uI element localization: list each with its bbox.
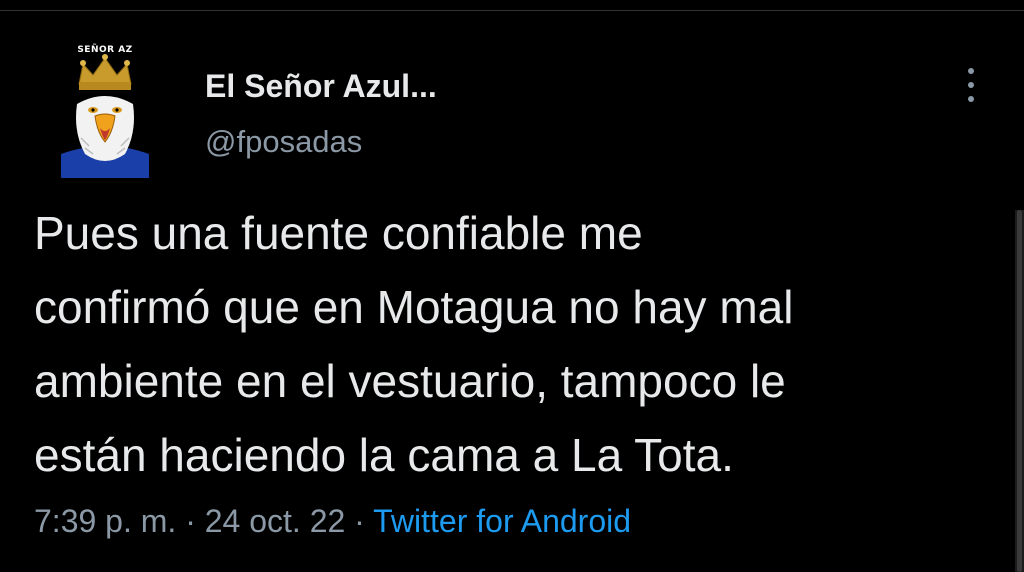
tweet-line: confirmó que en Motagua no hay mal xyxy=(34,281,794,333)
avatar[interactable]: SEÑOR AZ xyxy=(55,42,155,178)
avatar-caption: SEÑOR AZ xyxy=(77,45,133,55)
vertical-ellipsis-icon xyxy=(968,82,974,88)
tweet-text: Pues una fuente confiable me confirmó qu… xyxy=(34,196,1014,492)
tweet-time[interactable]: 7:39 p. m. xyxy=(34,503,176,539)
meta-separator: · xyxy=(345,503,374,539)
tweet-date[interactable]: 24 oct. 22 xyxy=(205,503,346,539)
display-name[interactable]: El Señor Azul... xyxy=(205,68,437,105)
vertical-ellipsis-icon xyxy=(968,96,974,102)
scrollbar[interactable] xyxy=(1015,210,1024,572)
meta-separator: · xyxy=(176,503,205,539)
vertical-ellipsis-icon xyxy=(968,68,974,74)
tweet-line: están haciendo la cama a La Tota. xyxy=(34,429,734,481)
tweet-source-link[interactable]: Twitter for Android xyxy=(373,503,631,539)
top-divider xyxy=(0,10,1024,11)
tweet-meta: 7:39 p. m. · 24 oct. 22 · Twitter for An… xyxy=(34,503,631,540)
tweet-line: ambiente en el vestuario, tampoco le xyxy=(34,355,786,407)
scrollbar-thumb[interactable] xyxy=(1017,210,1022,572)
more-options-button[interactable] xyxy=(956,66,986,106)
eagle-crown-icon xyxy=(55,42,155,178)
user-handle[interactable]: @fposadas xyxy=(205,124,362,160)
tweet-line: Pues una fuente confiable me xyxy=(34,207,643,259)
